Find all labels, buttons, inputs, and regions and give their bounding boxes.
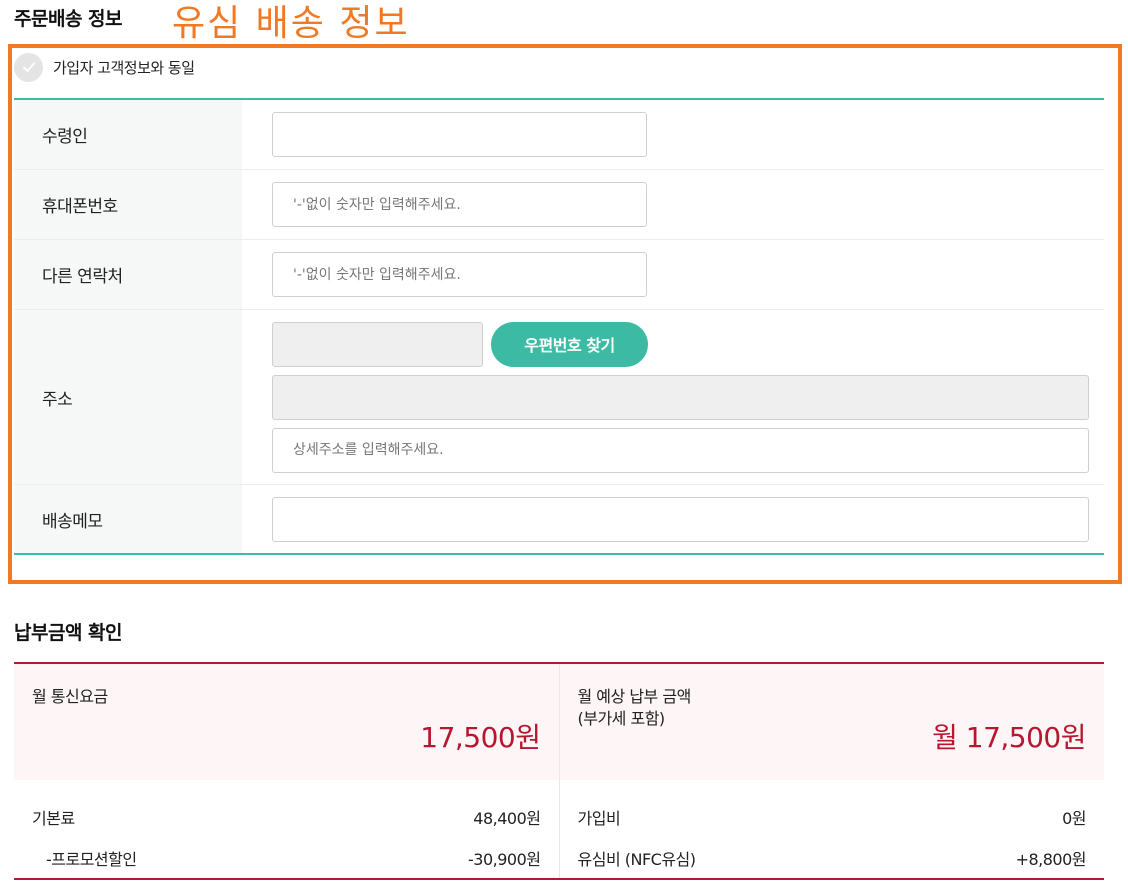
form-row-recipient: 수령인 bbox=[14, 100, 1104, 170]
base-fee-label: 기본료 bbox=[32, 808, 75, 828]
monthly-fee-amount: 17,500원 bbox=[420, 721, 541, 754]
address-input[interactable] bbox=[272, 374, 1089, 420]
address-detail-input[interactable] bbox=[272, 427, 1089, 473]
mobile-label: 휴대폰번호 bbox=[14, 170, 242, 239]
base-fee-line: 기본료 48,400원 bbox=[32, 796, 541, 837]
promo-discount-value: -30,900원 bbox=[468, 849, 541, 869]
expected-payment-amount: 월 17,500원 bbox=[932, 721, 1086, 754]
delivery-memo-input[interactable] bbox=[272, 496, 1089, 542]
find-zip-code-button[interactable]: 우편번호 찾기 bbox=[491, 321, 648, 367]
other-contact-input[interactable] bbox=[272, 252, 647, 297]
form-row-other-contact: 다른 연락처 bbox=[14, 240, 1104, 310]
recipient-label: 수령인 bbox=[14, 100, 242, 169]
delivery-form-table: 수령인 휴대폰번호 다른 연락처 주소 우편번호 찾기 bbox=[14, 98, 1104, 555]
payment-table: 월 통신요금 17,500원 기본료 48,400원 -프로모션할인 -30,9… bbox=[14, 662, 1104, 880]
memo-label: 배송메모 bbox=[14, 485, 242, 553]
section-title-payment: 납부금액 확인 bbox=[14, 622, 123, 644]
other-contact-label: 다른 연락처 bbox=[14, 240, 242, 309]
form-row-memo: 배송메모 bbox=[14, 485, 1104, 553]
check-icon bbox=[14, 52, 43, 82]
zip-code-input[interactable] bbox=[272, 321, 483, 367]
usim-fee-value: +8,800원 bbox=[1015, 849, 1087, 869]
promo-discount-line: -프로모션할인 -30,900원 bbox=[32, 837, 541, 878]
join-fee-label: 가입비 bbox=[577, 808, 621, 828]
expected-payment-column: 월 예상 납부 금액 (부가세 포함) 월 17,500원 가입비 0원 유심비… bbox=[559, 664, 1104, 878]
monthly-fee-label: 월 통신요금 bbox=[32, 687, 108, 706]
base-fee-value: 48,400원 bbox=[473, 808, 541, 828]
monthly-fee-column: 월 통신요금 17,500원 기본료 48,400원 -프로모션할인 -30,9… bbox=[14, 664, 560, 878]
join-fee-value: 0원 bbox=[1062, 808, 1086, 828]
recipient-input[interactable] bbox=[272, 112, 647, 157]
section-title-order-delivery: 주문배송 정보 bbox=[14, 8, 123, 30]
same-as-customer-label: 가입자 고객정보와 동일 bbox=[53, 58, 195, 77]
address-label: 주소 bbox=[14, 310, 242, 484]
usim-fee-label: 유심비 (NFC유심) bbox=[577, 849, 697, 869]
promo-discount-label: -프로모션할인 bbox=[46, 849, 137, 869]
same-as-customer-checkbox[interactable]: 가입자 고객정보와 동일 bbox=[14, 52, 195, 82]
form-row-mobile: 휴대폰번호 bbox=[14, 170, 1104, 240]
expected-payment-label: 월 예상 납부 금액 bbox=[577, 687, 692, 706]
annotation-title: 유심 배송 정보 bbox=[172, 3, 410, 44]
join-fee-line: 가입비 0원 bbox=[578, 796, 1087, 837]
form-row-address: 주소 우편번호 찾기 bbox=[14, 310, 1104, 485]
mobile-input[interactable] bbox=[272, 182, 647, 227]
monthly-fee-header: 월 통신요금 17,500원 bbox=[14, 664, 559, 780]
expected-payment-header: 월 예상 납부 금액 (부가세 포함) 월 17,500원 bbox=[559, 664, 1104, 780]
usim-fee-line: 유심비 (NFC유심) +8,800원 bbox=[578, 837, 1087, 878]
